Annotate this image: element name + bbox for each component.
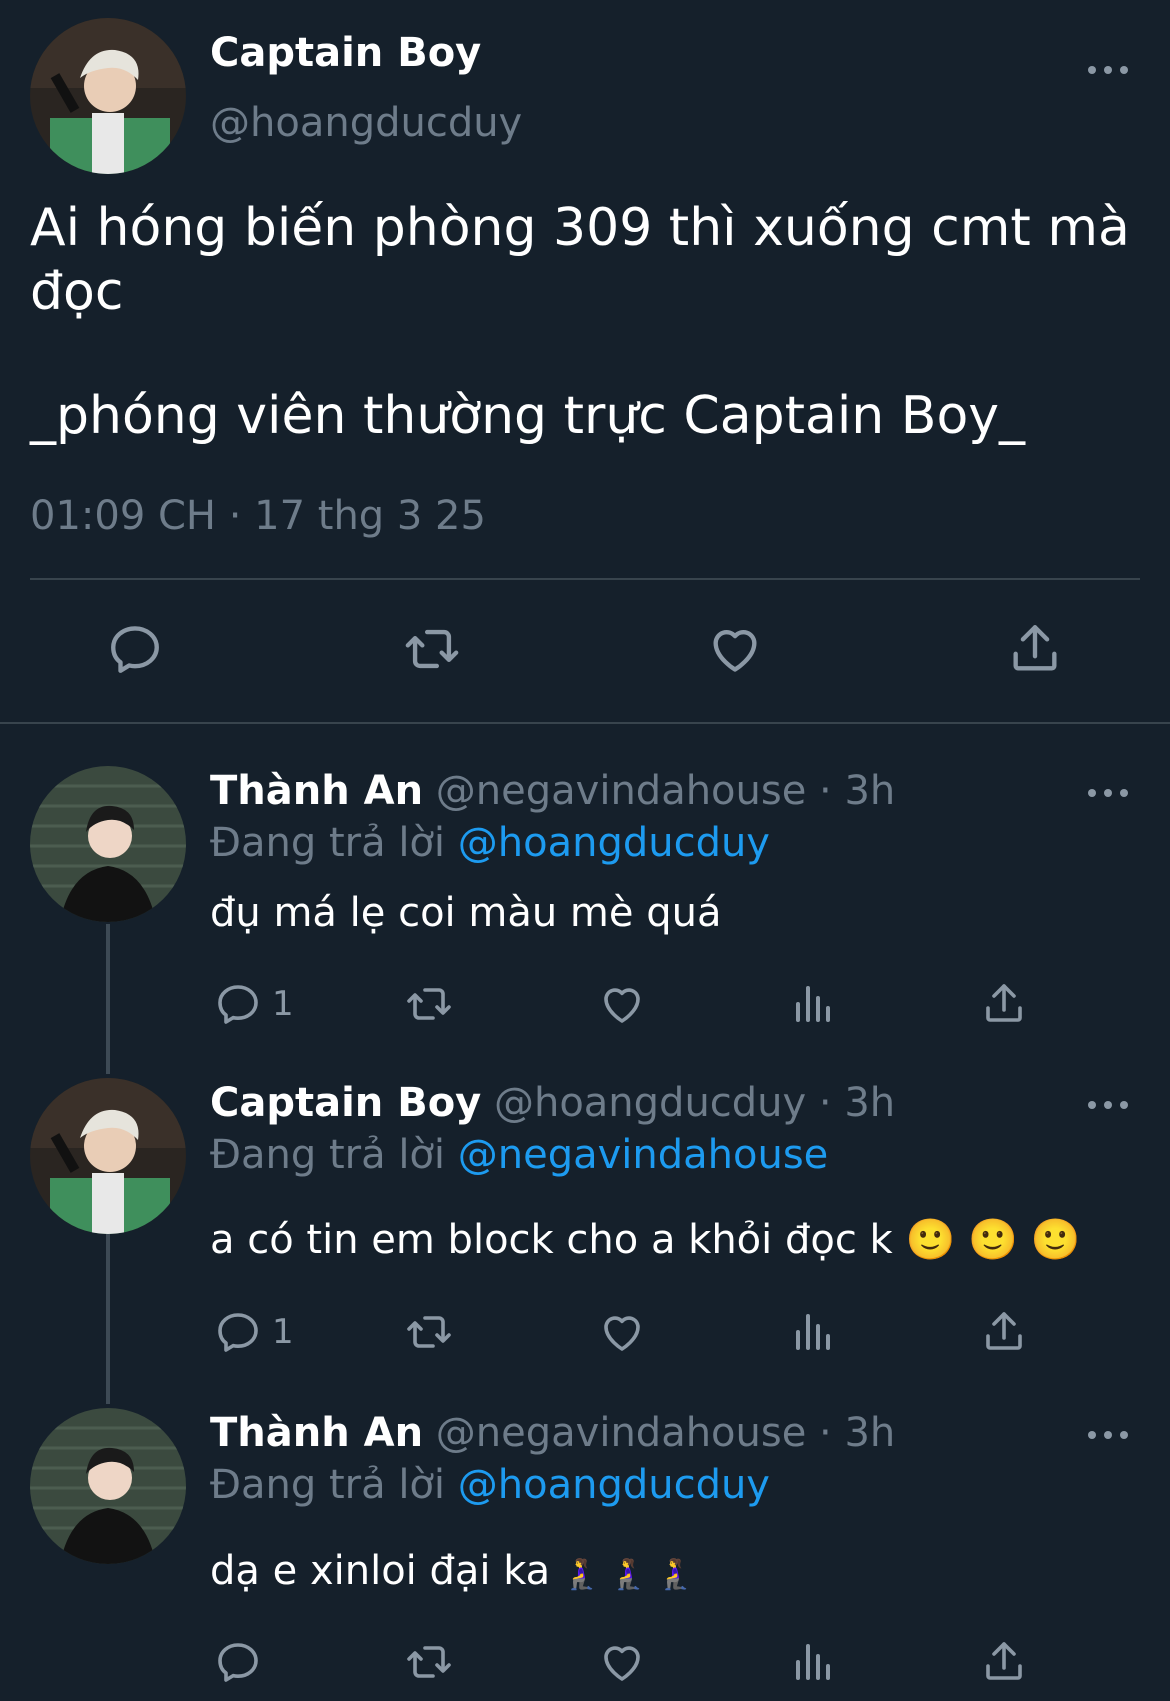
like-icon bbox=[604, 1316, 640, 1351]
reply-icon bbox=[218, 985, 258, 1024]
reply-time: · 3h bbox=[819, 768, 896, 814]
replying-label: Đang trả lời bbox=[210, 1132, 446, 1178]
reply-text: đụ má lẹ coi màu mè quá bbox=[210, 890, 722, 936]
mention-link[interactable]: @negavindahouse bbox=[458, 1132, 829, 1178]
more-options-icon[interactable] bbox=[1088, 1429, 1128, 1441]
like-button[interactable] bbox=[598, 980, 646, 1028]
views-button[interactable] bbox=[790, 1308, 838, 1356]
reply-header: Thành An @negavindahouse · 3h bbox=[210, 1410, 895, 1456]
avatar-captain-boy[interactable] bbox=[30, 18, 186, 174]
mention-link[interactable]: @hoangducduy bbox=[458, 820, 770, 866]
like-button[interactable] bbox=[598, 1638, 646, 1686]
reply-count: 1 bbox=[272, 1312, 294, 1352]
share-icon bbox=[1013, 625, 1057, 671]
reply-header: Thành An @negavindahouse · 3h bbox=[210, 768, 895, 814]
tweet-text-line: Ai hóng biến phòng 309 thì xuống cmt mà … bbox=[30, 198, 1147, 322]
emoji-group: 🧎‍♀️ 🧎‍♀️ 🧎‍♀️ bbox=[562, 1557, 695, 1592]
more-options-icon[interactable] bbox=[1088, 787, 1128, 799]
tweet-text-line: _phóng viên thường trực Captain Boy_ bbox=[30, 386, 1026, 446]
reply-button[interactable]: 1 bbox=[214, 980, 294, 1028]
tweet-timestamp[interactable]: 01:09 CH · 17 thg 3 25 bbox=[30, 493, 486, 539]
share-button[interactable] bbox=[980, 1308, 1028, 1356]
main-tweet: Captain Boy @hoangducduy Ai hóng biến ph… bbox=[0, 0, 1170, 722]
more-options-icon[interactable] bbox=[1088, 1099, 1128, 1111]
retweet-icon bbox=[407, 1316, 451, 1348]
views-button[interactable] bbox=[790, 1638, 838, 1686]
retweet-icon bbox=[405, 629, 459, 669]
reply-button[interactable]: 1 bbox=[214, 1308, 294, 1356]
reply-count: 1 bbox=[272, 984, 294, 1024]
reply-author-handle[interactable]: @hoangducduy bbox=[494, 1080, 806, 1126]
author-handle[interactable]: @hoangducduy bbox=[210, 100, 522, 146]
reply-time: · 3h bbox=[818, 1080, 896, 1126]
replying-label: Đang trả lời bbox=[210, 820, 446, 866]
share-button[interactable] bbox=[980, 1638, 1028, 1686]
replying-to: Đang trả lời @negavindahouse bbox=[210, 1132, 828, 1178]
like-button[interactable] bbox=[598, 1308, 646, 1356]
reply-icon bbox=[218, 1643, 258, 1682]
thread-line bbox=[106, 1234, 110, 1404]
like-icon bbox=[713, 630, 757, 672]
divider bbox=[30, 578, 1140, 580]
thread-line bbox=[106, 924, 110, 1074]
avatar-thanh-an[interactable] bbox=[30, 1408, 186, 1564]
reply-icon bbox=[111, 626, 159, 673]
like-icon bbox=[604, 1646, 640, 1681]
section-divider bbox=[0, 722, 1170, 724]
author-name[interactable]: Captain Boy bbox=[210, 30, 481, 76]
reply-author-handle[interactable]: @negavindahouse bbox=[436, 1410, 807, 1456]
reply-text: dạ e xinloi đại ka 🧎‍♀️ 🧎‍♀️ 🧎‍♀️ bbox=[210, 1548, 694, 1594]
views-icon bbox=[796, 1644, 830, 1680]
avatar-captain-boy[interactable] bbox=[30, 1078, 186, 1234]
share-icon bbox=[986, 1312, 1022, 1350]
emoji-group: 🙂 🙂 🙂 bbox=[905, 1217, 1081, 1263]
share-button[interactable] bbox=[980, 980, 1028, 1028]
views-icon bbox=[796, 1314, 830, 1350]
reply-button[interactable] bbox=[214, 1638, 272, 1686]
share-icon bbox=[986, 984, 1022, 1022]
retweet-button[interactable] bbox=[400, 620, 464, 678]
views-button[interactable] bbox=[790, 980, 838, 1028]
reply-button[interactable] bbox=[106, 620, 164, 678]
avatar-thanh-an[interactable] bbox=[30, 766, 186, 922]
reply-text: a có tin em block cho a khỏi đọc k 🙂 🙂 🙂 bbox=[210, 1216, 1080, 1263]
retweet-button[interactable] bbox=[402, 1308, 456, 1356]
reply-author-handle[interactable]: @negavindahouse bbox=[436, 768, 807, 814]
replying-to: Đang trả lời @hoangducduy bbox=[210, 1462, 770, 1508]
replying-to: Đang trả lời @hoangducduy bbox=[210, 820, 770, 866]
retweet-icon bbox=[407, 1646, 451, 1678]
tweet-text: Ai hóng biến phòng 309 thì xuống cmt mà … bbox=[30, 196, 1140, 448]
reply-author-name[interactable]: Thành An bbox=[210, 768, 423, 814]
share-icon bbox=[986, 1642, 1022, 1680]
share-button[interactable] bbox=[1006, 620, 1064, 678]
like-button[interactable] bbox=[706, 620, 764, 678]
like-icon bbox=[604, 988, 640, 1023]
views-icon bbox=[796, 986, 830, 1022]
more-options-icon[interactable] bbox=[1088, 64, 1128, 76]
reply-author-name[interactable]: Captain Boy bbox=[210, 1080, 481, 1126]
replying-label: Đang trả lời bbox=[210, 1462, 446, 1508]
retweet-icon bbox=[407, 988, 451, 1020]
reply-author-name[interactable]: Thành An bbox=[210, 1410, 423, 1456]
reply-header: Captain Boy @hoangducduy · 3h bbox=[210, 1080, 895, 1126]
retweet-button[interactable] bbox=[402, 1638, 456, 1686]
reply-icon bbox=[218, 1313, 258, 1352]
mention-link[interactable]: @hoangducduy bbox=[458, 1462, 770, 1508]
reply-text-content: a có tin em block cho a khỏi đọc k bbox=[210, 1217, 893, 1263]
retweet-button[interactable] bbox=[402, 980, 456, 1028]
reply-text-content: dạ e xinloi đại ka bbox=[210, 1548, 551, 1594]
reply-time: · 3h bbox=[819, 1410, 896, 1456]
